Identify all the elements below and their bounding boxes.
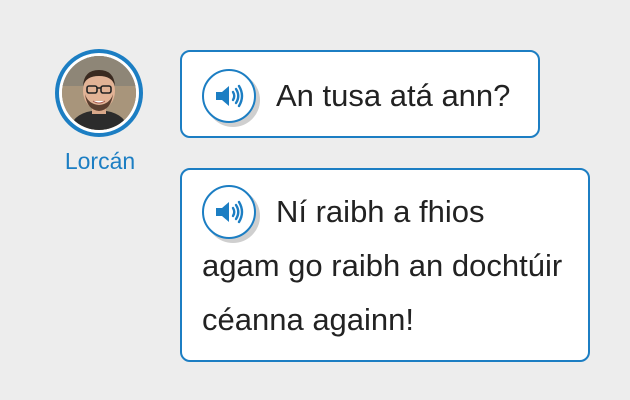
message-text: An tusa atá ann?	[276, 78, 511, 113]
message-bubble: An tusa atá ann?	[180, 50, 540, 138]
speaker-icon	[216, 84, 244, 108]
avatar-photo	[62, 56, 136, 130]
play-audio-button[interactable]	[202, 185, 260, 243]
avatar	[55, 49, 143, 137]
message-bubble: Ní raibh a fhios agam go raibh an dochtú…	[180, 168, 590, 362]
play-audio-button[interactable]	[202, 69, 260, 127]
person-portrait-icon	[62, 56, 136, 130]
speaker-name: Lorcán	[64, 148, 136, 174]
speaker-icon	[216, 200, 244, 224]
